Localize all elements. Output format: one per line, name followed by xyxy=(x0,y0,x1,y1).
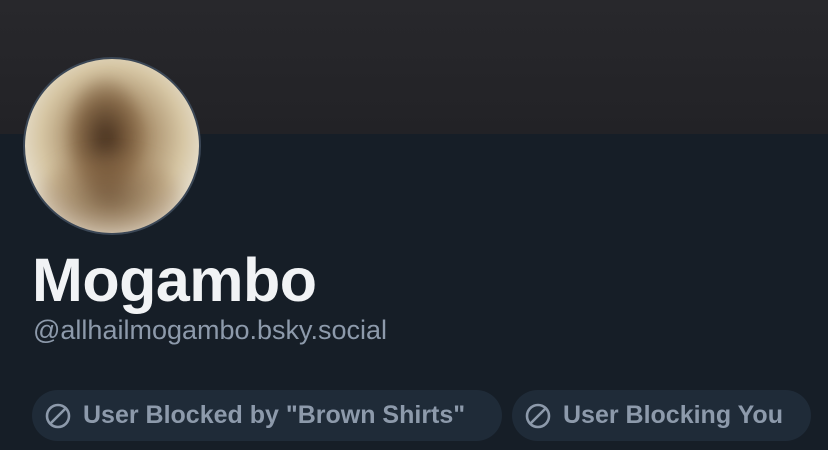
profile-handle: @allhailmogambo.bsky.social xyxy=(33,315,388,345)
blocking-you-label[interactable]: User Blocking You xyxy=(512,390,811,441)
blocked-by-list-label[interactable]: User Blocked by "Brown Shirts" xyxy=(32,390,502,441)
block-icon xyxy=(45,403,71,428)
label-text: User Blocked by "Brown Shirts" xyxy=(83,401,466,429)
avatar[interactable] xyxy=(23,57,201,235)
label-text: User Blocking You xyxy=(563,401,783,429)
avatar-blur-detail xyxy=(35,154,185,233)
block-icon xyxy=(525,403,551,428)
profile-display-name: Mogambo xyxy=(32,246,317,314)
